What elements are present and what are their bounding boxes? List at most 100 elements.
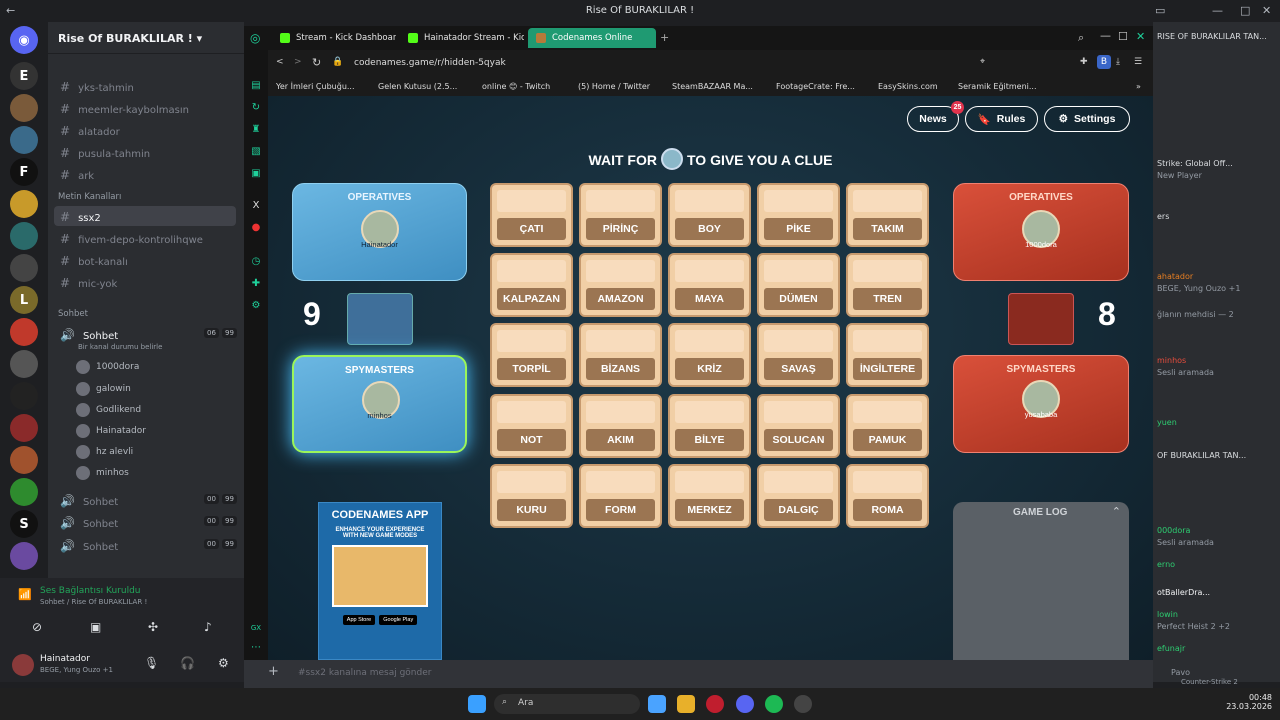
server-icon[interactable] <box>10 318 38 346</box>
screen-share-icon[interactable]: ▣ <box>90 620 101 634</box>
forward-icon[interactable]: > <box>294 57 302 67</box>
sidebar-icon[interactable]: ▧ <box>250 146 262 158</box>
avatar[interactable] <box>12 654 34 676</box>
bookmark-item[interactable]: Seramik Eğitmeni... <box>958 82 1037 91</box>
voice-user[interactable]: Godlikend <box>76 403 141 417</box>
opera-gx-icon[interactable] <box>706 695 724 713</box>
menu-icon[interactable]: ☰ <box>1134 57 1142 67</box>
sidebar-icon[interactable]: ● <box>250 222 262 234</box>
sidebar-icon[interactable]: ▤ <box>250 80 262 92</box>
bookmark-item[interactable]: FootageCrate: Fre... <box>776 82 855 91</box>
rp-text[interactable]: OF BURAKLILAR TAN... <box>1157 451 1246 460</box>
chevron-right-icon[interactable]: » <box>1136 82 1141 91</box>
game-log-panel[interactable]: GAME LOG ⌃ <box>953 502 1129 682</box>
settings-button[interactable]: ⚙ Settings <box>1044 106 1130 132</box>
server-icon[interactable] <box>10 446 38 474</box>
server-icon[interactable] <box>10 222 38 250</box>
taskview-icon[interactable] <box>648 695 666 713</box>
file-explorer-icon[interactable] <box>677 695 695 713</box>
rp-text[interactable]: otBallerDra... <box>1157 588 1210 597</box>
word-card[interactable]: DALGIÇ <box>757 464 840 528</box>
video-off-icon[interactable]: ⊘ <box>32 620 42 634</box>
rp-text[interactable]: yuen <box>1157 418 1177 427</box>
activities-icon[interactable]: ✣ <box>148 620 158 634</box>
more-icon[interactable]: ⋯ <box>250 642 262 654</box>
rp-text[interactable]: lowin <box>1157 610 1178 619</box>
message-input[interactable]: #ssx2 kanalına mesaj gönder <box>298 668 431 678</box>
word-card[interactable]: FORM <box>579 464 662 528</box>
search-icon[interactable]: ⌕ <box>1078 31 1084 45</box>
word-card[interactable]: PİRİNÇ <box>579 183 662 247</box>
rp-text[interactable]: minhos <box>1157 356 1186 365</box>
app-store-badge[interactable]: App Store <box>342 615 376 625</box>
twitter-icon[interactable]: X <box>250 200 262 212</box>
word-card[interactable]: MERKEZ <box>668 464 751 528</box>
word-card[interactable]: KRİZ <box>668 323 751 387</box>
sidebar-icon[interactable]: ↻ <box>250 102 262 114</box>
word-card[interactable]: BİZANS <box>579 323 662 387</box>
codenames-app-ad[interactable]: CODENAMES APP ENHANCE YOUR EXPERIENCE WI… <box>318 502 442 660</box>
word-card[interactable]: ÇATI <box>490 183 573 247</box>
server-icon[interactable] <box>10 126 38 154</box>
signal-icon[interactable]: 📶 <box>18 588 32 601</box>
voice-user[interactable]: Hainatador <box>76 424 146 438</box>
word-card[interactable]: AMAZON <box>579 253 662 317</box>
rp-text[interactable]: erno <box>1157 560 1175 569</box>
voice-user[interactable]: 1000dora <box>76 360 139 374</box>
server-icon[interactable] <box>10 350 38 378</box>
player-name[interactable]: yusababa <box>954 410 1128 419</box>
word-card[interactable]: AKIM <box>579 394 662 458</box>
word-card[interactable]: PAMUK <box>846 394 929 458</box>
server-icon[interactable] <box>10 542 38 570</box>
voice-user[interactable]: hz alevli <box>76 445 133 459</box>
word-card[interactable]: PİKE <box>757 183 840 247</box>
sidebar-icon[interactable]: ▣ <box>250 168 262 180</box>
word-card[interactable]: TORPİL <box>490 323 573 387</box>
close-icon[interactable]: ✕ <box>1136 30 1145 43</box>
word-card[interactable]: SOLUCAN <box>757 394 840 458</box>
channel-item[interactable]: # meemler-kaybolmasın <box>54 98 236 118</box>
minimize-icon[interactable]: — <box>1212 4 1223 17</box>
download-icon[interactable]: ⤓ <box>1116 57 1120 67</box>
steam-icon[interactable] <box>794 695 812 713</box>
server-icon[interactable] <box>10 94 38 122</box>
gear-icon[interactable]: ⚙ <box>250 300 262 312</box>
tab-codenames[interactable]: Codenames Online <box>528 28 656 48</box>
back-icon[interactable]: < <box>276 57 284 67</box>
discord-home-icon[interactable]: ◉ <box>10 26 38 54</box>
rp-text[interactable]: 000dora <box>1157 526 1190 535</box>
word-card[interactable]: NOT <box>490 394 573 458</box>
rp-text[interactable]: ers <box>1157 212 1169 221</box>
word-card[interactable]: BOY <box>668 183 751 247</box>
soundboard-icon[interactable]: ♪ <box>204 620 212 634</box>
sidebar-icon[interactable]: ♜ <box>250 124 262 136</box>
microphone-icon[interactable]: 🎙 <box>144 656 159 670</box>
word-card[interactable]: DÜMEN <box>757 253 840 317</box>
server-icon[interactable]: S <box>10 510 38 538</box>
maximize-icon[interactable]: ☐ <box>1118 30 1128 43</box>
start-icon[interactable] <box>468 695 486 713</box>
bookmark-item[interactable]: (5) Home / Twitter <box>578 82 650 91</box>
server-icon[interactable]: F <box>10 158 38 186</box>
word-card[interactable]: MAYA <box>668 253 751 317</box>
word-card[interactable]: SAVAŞ <box>757 323 840 387</box>
word-card[interactable]: TAKIM <box>846 183 929 247</box>
server-icon[interactable] <box>10 382 38 410</box>
channel-item[interactable]: # alatador <box>54 120 236 140</box>
channel-item[interactable]: # pusula-tahmin <box>54 142 236 162</box>
category-sohbet[interactable]: Sohbet <box>58 309 88 319</box>
search-box[interactable]: ⌕ Ara <box>494 694 640 714</box>
server-icon[interactable] <box>10 478 38 506</box>
clock[interactable]: 00:48 23.03.2026 <box>1216 693 1272 711</box>
google-play-badge[interactable]: Google Play <box>379 615 418 625</box>
server-icon[interactable]: L <box>10 286 38 314</box>
bookmark-item[interactable]: SteamBAZAAR Ma... <box>672 82 753 91</box>
profile-icon[interactable]: B <box>1097 55 1111 69</box>
word-card[interactable]: KALPAZAN <box>490 253 573 317</box>
channel-item-active[interactable]: # ssx2 <box>54 206 236 226</box>
channel-item[interactable]: # fivem-depo-kontrolihqwe <box>54 228 236 248</box>
bookmark-item[interactable]: Gelen Kutusu (2.5... <box>378 82 457 91</box>
new-tab-icon[interactable]: + <box>660 31 669 44</box>
channel-item[interactable]: # mic-yok <box>54 272 236 292</box>
category-metin[interactable]: Metin Kanalları <box>58 192 121 202</box>
